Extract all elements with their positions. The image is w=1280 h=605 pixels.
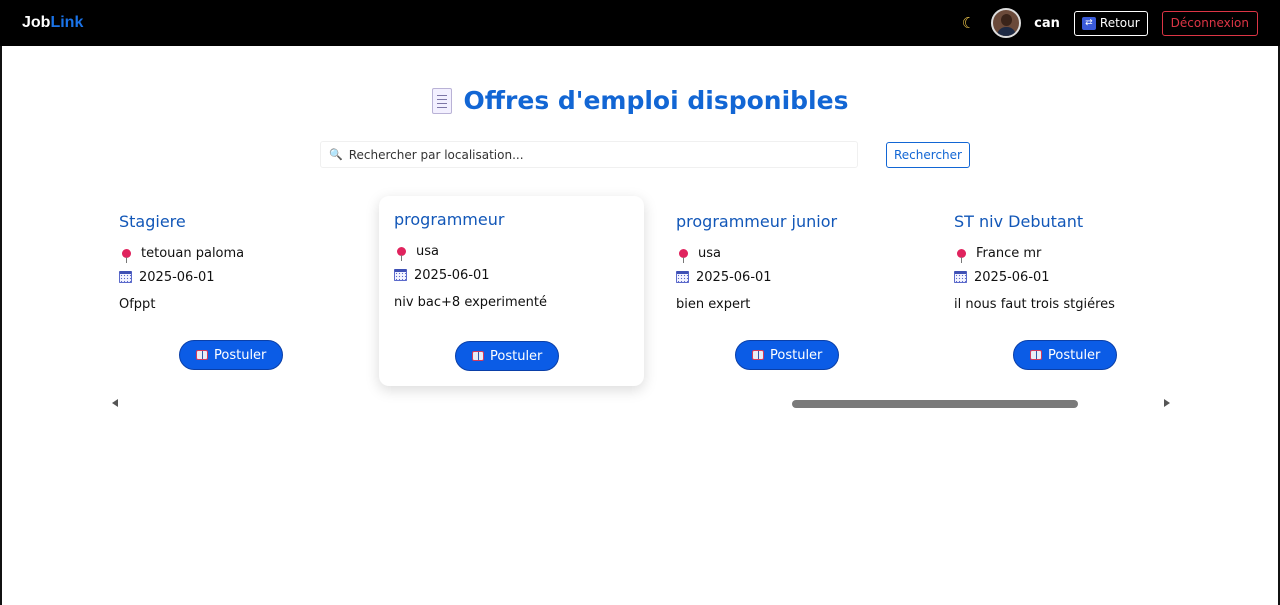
- book-icon: [1030, 350, 1042, 360]
- job-card: Stagiere tetouan paloma 2025-06-01 Ofppt…: [104, 198, 352, 388]
- job-title[interactable]: programmeur junior: [676, 212, 894, 231]
- job-date: 2025-06-01: [119, 265, 337, 289]
- job-date-text: 2025-06-01: [139, 269, 215, 285]
- calendar-icon: [119, 271, 132, 283]
- apply-button[interactable]: Postuler: [1013, 340, 1118, 370]
- job-location-text: France mr: [976, 245, 1042, 261]
- job-location: usa: [394, 239, 629, 263]
- job-location: usa: [676, 241, 894, 265]
- apply-button[interactable]: Postuler: [179, 340, 284, 370]
- book-icon: [472, 351, 484, 361]
- apply-button-label: Postuler: [1048, 347, 1101, 363]
- book-icon: [196, 350, 208, 360]
- scroll-right-arrow-icon[interactable]: [1164, 399, 1170, 407]
- job-date-text: 2025-06-01: [974, 269, 1050, 285]
- job-card: ST niv Debutant France mr 2025-06-01 il …: [939, 198, 1187, 388]
- apply-button-label: Postuler: [490, 348, 543, 364]
- location-pin-icon: [957, 248, 966, 263]
- job-cards-carousel[interactable]: Stagiere tetouan paloma 2025-06-01 Ofppt…: [0, 0, 1280, 400]
- apply-button[interactable]: Postuler: [735, 340, 840, 370]
- job-location-text: usa: [698, 245, 721, 261]
- job-location-text: usa: [416, 243, 439, 259]
- calendar-icon: [394, 269, 407, 281]
- location-pin-icon: [122, 248, 131, 263]
- apply-button[interactable]: Postuler: [455, 341, 560, 371]
- job-location-text: tetouan paloma: [141, 245, 245, 261]
- apply-button-label: Postuler: [214, 347, 267, 363]
- apply-button-label: Postuler: [770, 347, 823, 363]
- job-date-text: 2025-06-01: [414, 267, 490, 283]
- job-title[interactable]: programmeur: [394, 210, 629, 229]
- job-description: Ofppt: [119, 297, 156, 312]
- job-date: 2025-06-01: [676, 265, 894, 289]
- job-location: France mr: [954, 241, 1172, 265]
- location-pin-icon: [679, 248, 688, 263]
- job-title[interactable]: Stagiere: [119, 212, 337, 231]
- job-date: 2025-06-01: [954, 265, 1172, 289]
- job-card: programmeur junior usa 2025-06-01 bien e…: [661, 198, 909, 388]
- horizontal-scrollbar-thumb[interactable]: [792, 400, 1078, 408]
- job-location: tetouan paloma: [119, 241, 337, 265]
- scroll-left-arrow-icon[interactable]: [112, 399, 118, 407]
- calendar-icon: [954, 271, 967, 283]
- job-date: 2025-06-01: [394, 263, 629, 287]
- job-card: programmeur usa 2025-06-01 niv bac+8 exp…: [379, 196, 644, 386]
- job-description: bien expert: [676, 297, 751, 312]
- job-title[interactable]: ST niv Debutant: [954, 212, 1172, 231]
- calendar-icon: [676, 271, 689, 283]
- location-pin-icon: [397, 246, 406, 261]
- book-icon: [752, 350, 764, 360]
- job-description: niv bac+8 experimenté: [394, 295, 548, 310]
- job-date-text: 2025-06-01: [696, 269, 772, 285]
- job-description: il nous faut trois stgiéres: [954, 297, 1115, 312]
